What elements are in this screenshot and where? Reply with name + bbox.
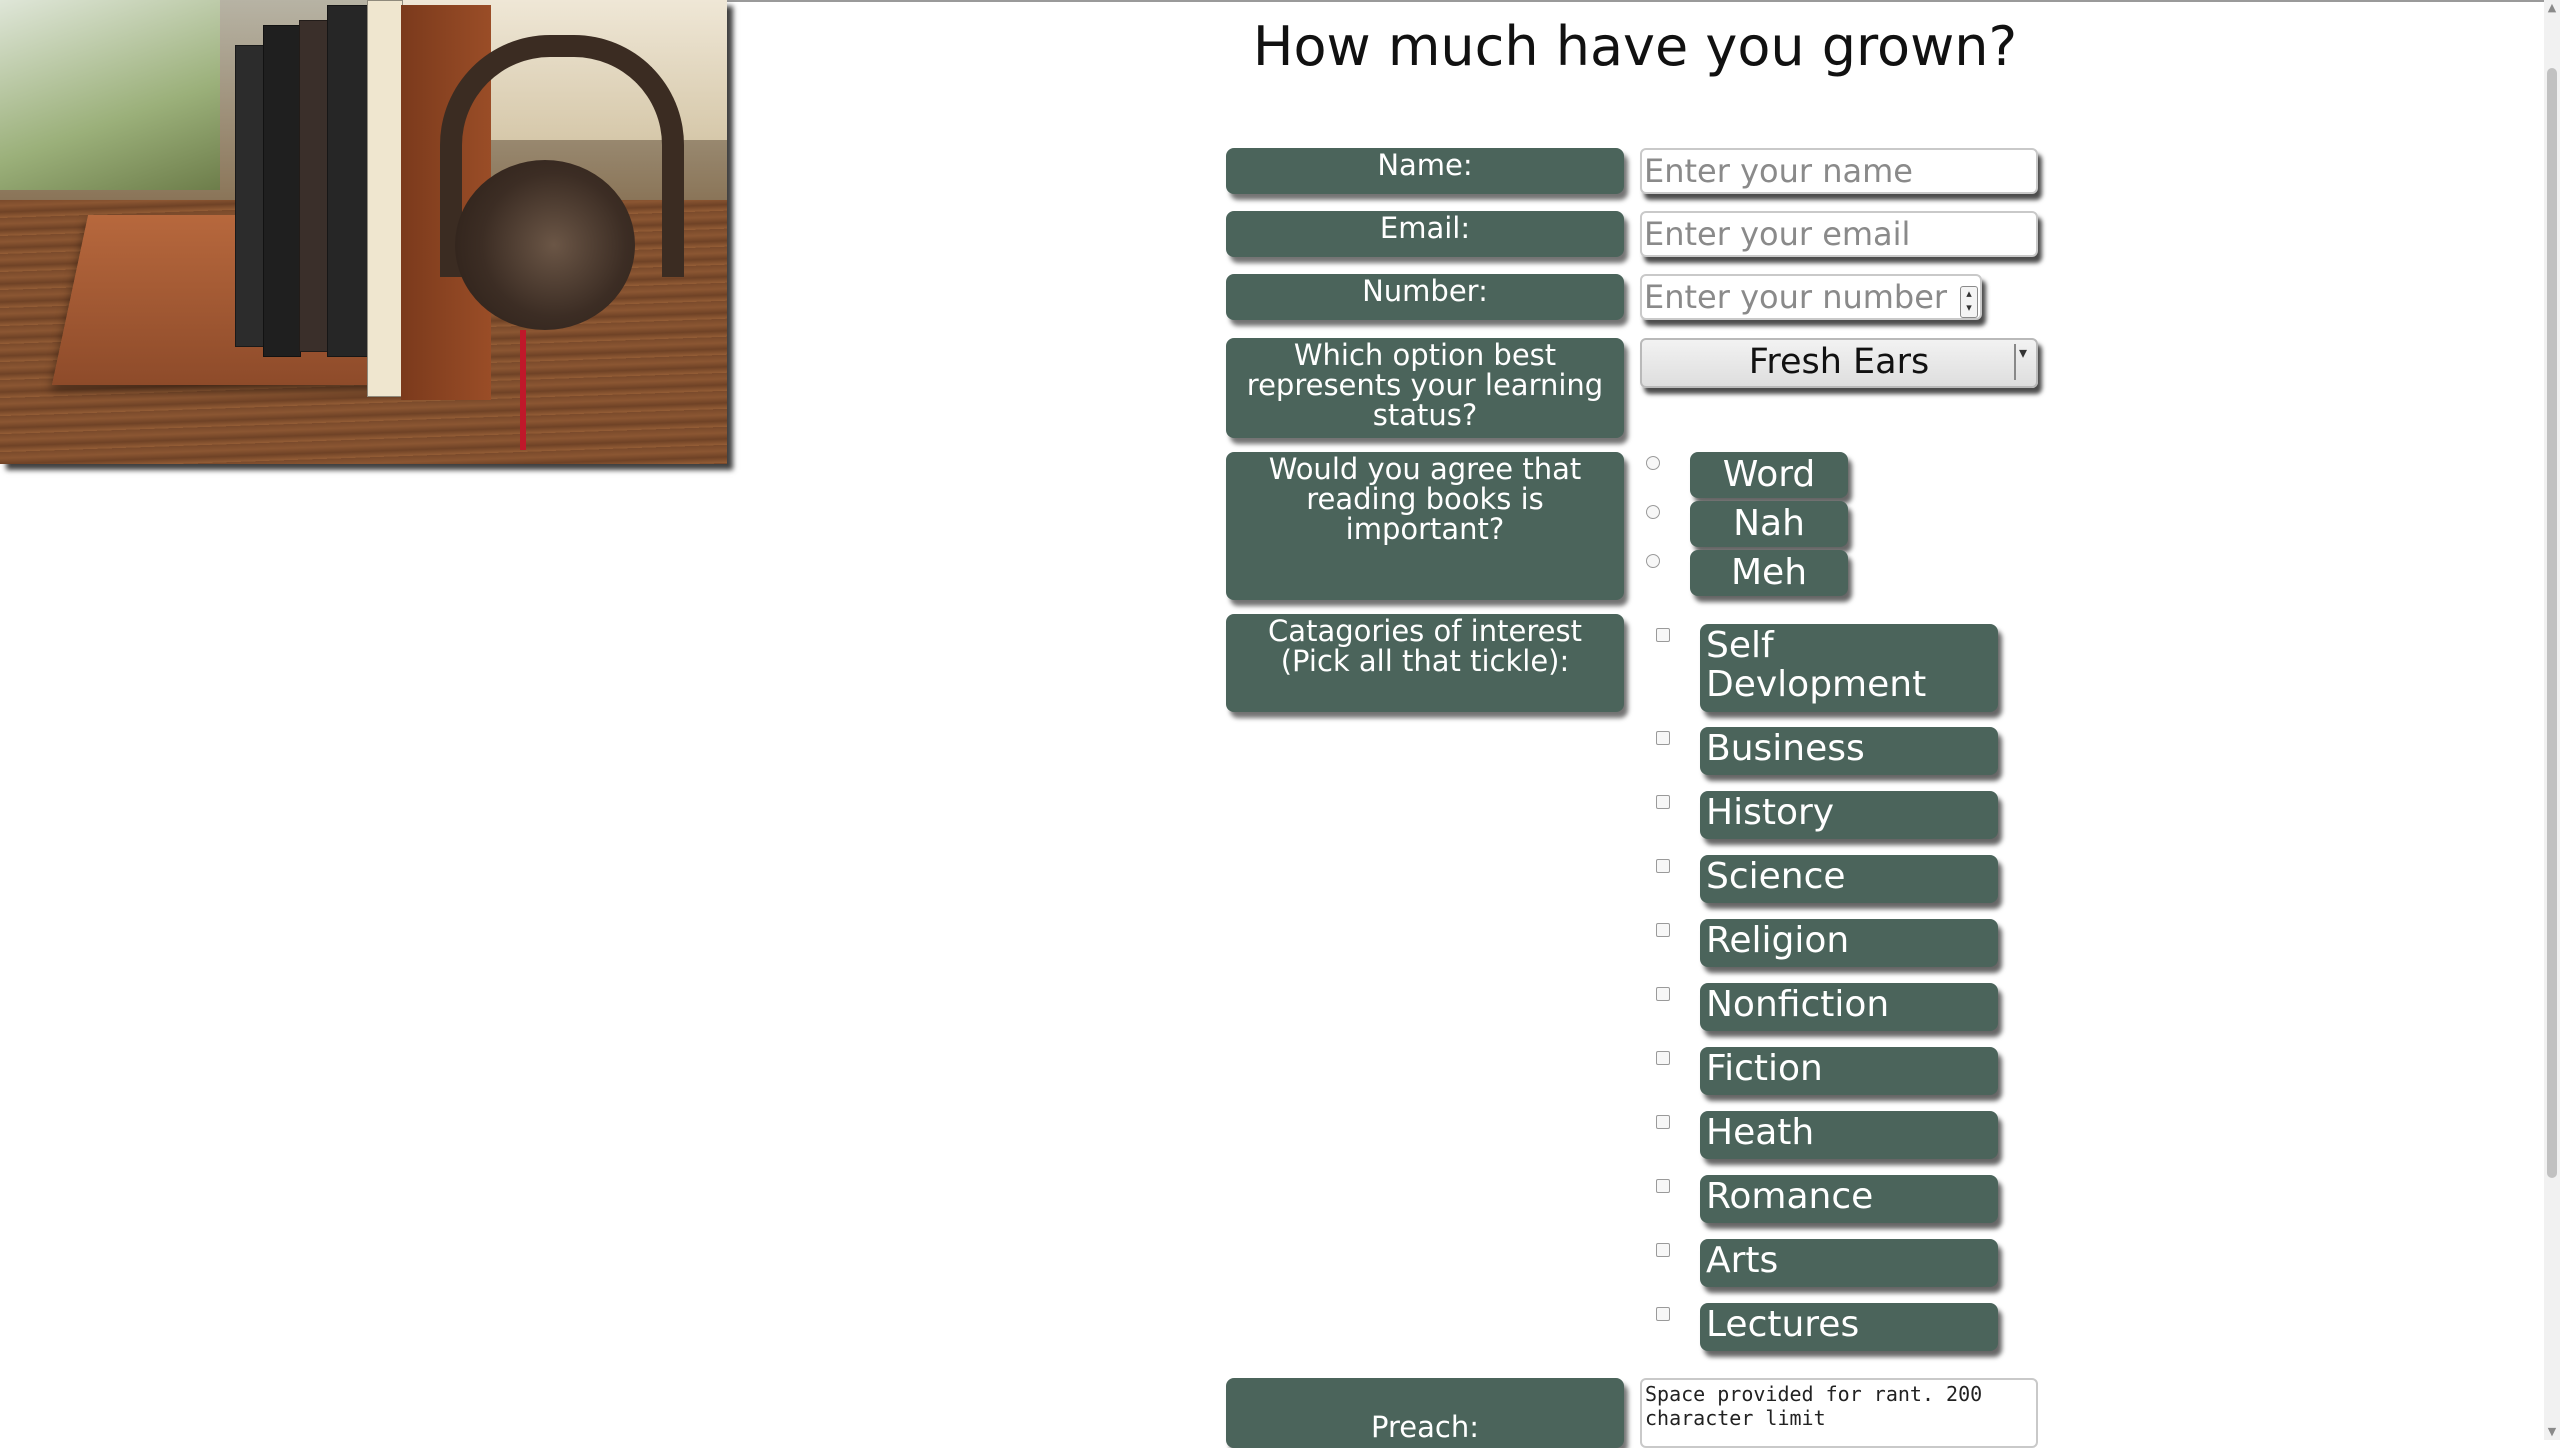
chevron-down-icon[interactable]: ▾ [2014, 344, 2030, 380]
spinner-arrows-icon[interactable]: ▴ ▾ [1960, 286, 1978, 318]
radio-meh[interactable] [1646, 554, 1660, 568]
checkbox-arts[interactable] [1656, 1243, 1670, 1257]
name-input[interactable] [1640, 148, 2038, 194]
category-fiction[interactable]: Fiction [1700, 1047, 1998, 1095]
category-science[interactable]: Science [1700, 855, 1998, 903]
reading-label: Would you agree that reading books is im… [1226, 452, 1624, 600]
status-select[interactable]: Fresh Ears ▾ [1640, 338, 2038, 388]
checkbox-science[interactable] [1656, 859, 1670, 873]
photo-cable [520, 330, 526, 450]
scroll-down-icon[interactable]: ▼ [2544, 1424, 2560, 1440]
preach-label: Preach: [1226, 1378, 1624, 1448]
photo-window-left [0, 0, 220, 190]
checkbox-nonfiction[interactable] [1656, 987, 1670, 1001]
number-input[interactable] [1640, 274, 1982, 320]
photo-book [235, 45, 265, 347]
radio-word[interactable] [1646, 456, 1660, 470]
checkbox-religion[interactable] [1656, 923, 1670, 937]
name-label: Name: [1226, 148, 1624, 194]
status-label: Which option best represents your learni… [1226, 338, 1624, 438]
checkbox-history[interactable] [1656, 795, 1670, 809]
photo-book [263, 25, 301, 357]
option-meh[interactable]: Meh [1690, 550, 1848, 596]
category-history[interactable]: History [1700, 791, 1998, 839]
checkbox-fiction[interactable] [1656, 1051, 1670, 1065]
checkbox-romance[interactable] [1656, 1179, 1670, 1193]
checkbox-self-devlopment[interactable] [1656, 628, 1670, 642]
photo-book [367, 0, 403, 397]
categories-label: Catagories of interest (Pick all that ti… [1226, 614, 1624, 712]
option-nah[interactable]: Nah [1690, 501, 1848, 547]
category-business[interactable]: Business [1700, 727, 1998, 775]
checkbox-heath[interactable] [1656, 1115, 1670, 1129]
email-label: Email: [1226, 211, 1624, 257]
email-input[interactable] [1640, 211, 2038, 257]
page-title: How much have you grown? [1252, 15, 2018, 78]
category-romance[interactable]: Romance [1700, 1175, 1998, 1223]
photo-book [299, 20, 329, 352]
header-photo [0, 0, 727, 464]
radio-nah[interactable] [1646, 505, 1660, 519]
category-self-devlopment[interactable]: Self Devlopment [1700, 624, 1998, 712]
number-label: Number: [1226, 274, 1624, 320]
preach-textarea[interactable] [1640, 1378, 2038, 1448]
category-religion[interactable]: Religion [1700, 919, 1998, 967]
category-arts[interactable]: Arts [1700, 1239, 1998, 1287]
option-word[interactable]: Word [1690, 452, 1848, 498]
category-nonfiction[interactable]: Nonfiction [1700, 983, 1998, 1031]
checkbox-business[interactable] [1656, 731, 1670, 745]
status-selected-value: Fresh Ears [1748, 342, 1930, 382]
checkbox-lectures[interactable] [1656, 1307, 1670, 1321]
scroll-up-icon[interactable]: ▲ [2544, 0, 2560, 16]
scrollbar-thumb[interactable] [2547, 68, 2557, 1178]
photo-book [327, 5, 369, 357]
category-heath[interactable]: Heath [1700, 1111, 1998, 1159]
photo-headphones-cup [455, 160, 635, 330]
category-lectures[interactable]: Lectures [1700, 1303, 1998, 1351]
